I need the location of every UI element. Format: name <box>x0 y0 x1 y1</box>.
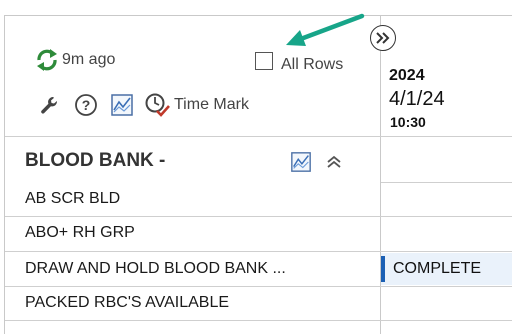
section-title: BLOOD BANK - <box>25 150 166 171</box>
result-value: COMPLETE <box>393 260 482 277</box>
toolbar: ? Time Mark <box>38 92 249 118</box>
row-divider <box>5 251 512 252</box>
last-refresh-text: 9m ago <box>62 51 116 68</box>
row-divider <box>5 286 512 287</box>
row-divider <box>5 216 512 217</box>
chart-icon[interactable] <box>110 93 134 117</box>
all-rows-toggle[interactable]: All Rows <box>255 48 343 74</box>
annotation-arrow-icon <box>286 13 365 46</box>
column-year: 2024 <box>389 67 425 84</box>
row-label-draw-and-hold[interactable]: DRAW AND HOLD BLOOD BANK ... <box>25 260 286 278</box>
column-date: 4/1/24 <box>389 88 445 110</box>
collapse-section-icon[interactable] <box>326 154 342 170</box>
refresh-icon[interactable] <box>33 46 61 74</box>
row-label-packed-rbc[interactable]: PACKED RBC'S AVAILABLE <box>25 294 229 312</box>
help-icon[interactable]: ? <box>74 93 98 117</box>
result-marker <box>381 256 385 282</box>
column-time: 10:30 <box>390 114 426 130</box>
svg-text:?: ? <box>82 97 91 113</box>
expand-columns-button[interactable] <box>370 25 396 51</box>
header-divider <box>5 136 512 137</box>
time-mark-icon[interactable] <box>144 92 170 118</box>
row-divider <box>381 182 512 183</box>
row-divider <box>5 320 512 321</box>
all-rows-label: All Rows <box>281 56 344 73</box>
row-label-abo-rh-grp[interactable]: ABO+ RH GRP <box>25 224 135 242</box>
result-cell[interactable]: COMPLETE <box>381 253 512 285</box>
wrench-icon[interactable] <box>38 95 60 115</box>
refresh-control[interactable]: 9m ago <box>33 46 115 74</box>
section-controls <box>290 151 342 173</box>
section-chart-icon[interactable] <box>290 151 312 173</box>
double-chevron-right-icon <box>376 32 390 44</box>
time-mark-button[interactable]: Time Mark <box>174 96 249 114</box>
all-rows-checkbox[interactable] <box>255 52 273 70</box>
row-label-ab-scr-bld[interactable]: AB SCR BLD <box>25 190 120 208</box>
